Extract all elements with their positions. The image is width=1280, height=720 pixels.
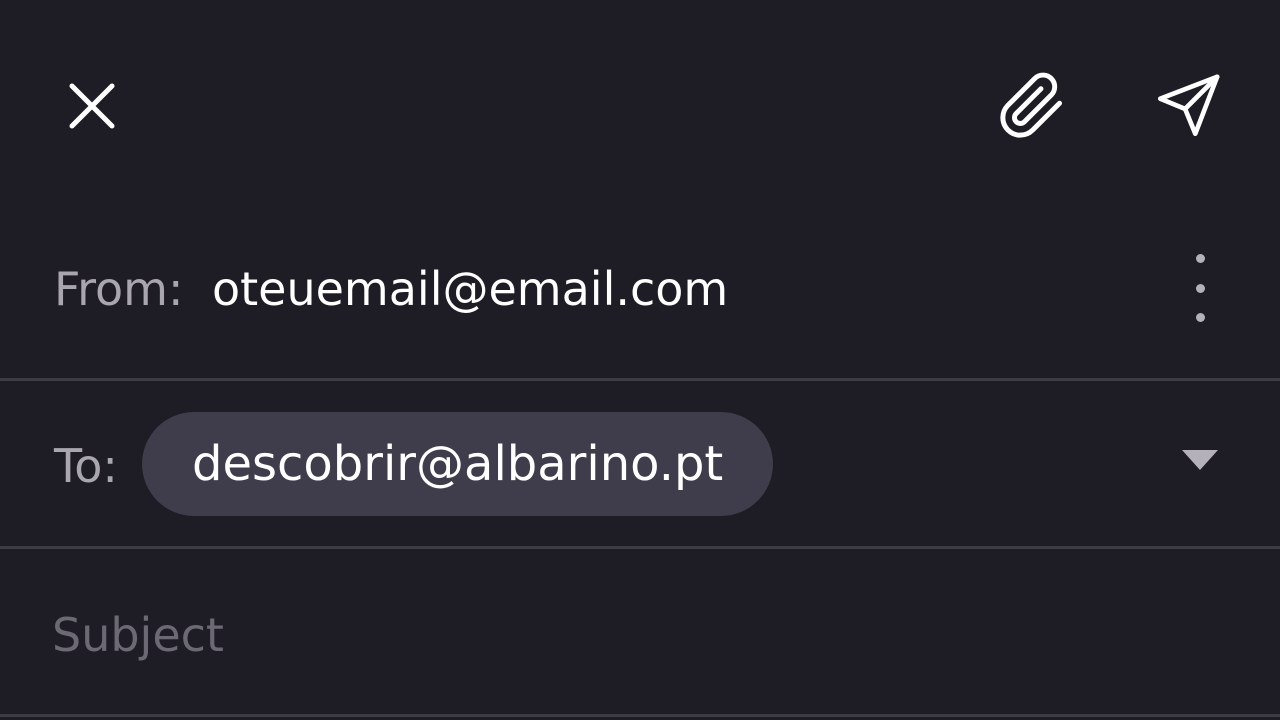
send-icon [1157,74,1220,137]
to-label: To: [54,439,118,493]
triangle-down-icon [1182,450,1218,470]
more-vertical-icon [1195,254,1205,263]
close-button[interactable] [56,70,128,142]
from-label: From: [54,262,184,316]
subject-input[interactable] [52,600,1212,670]
divider-to [0,546,1280,549]
recipient-chip[interactable]: descobrir@albarino.pt [142,412,774,516]
divider-subject [0,714,1280,717]
attach-button[interactable] [992,66,1072,146]
recipients-dropdown-button[interactable] [1170,438,1230,482]
paperclip-icon [1000,72,1063,138]
close-icon [69,83,115,129]
send-button[interactable] [1146,64,1230,148]
more-options-button[interactable] [1176,254,1224,322]
compose-email-screen: From: oteuemail@email.com To: descobrir@… [0,0,1280,720]
recipient-address: descobrir@albarino.pt [192,436,724,492]
from-address[interactable]: oteuemail@email.com [212,266,728,312]
divider-from [0,378,1280,381]
